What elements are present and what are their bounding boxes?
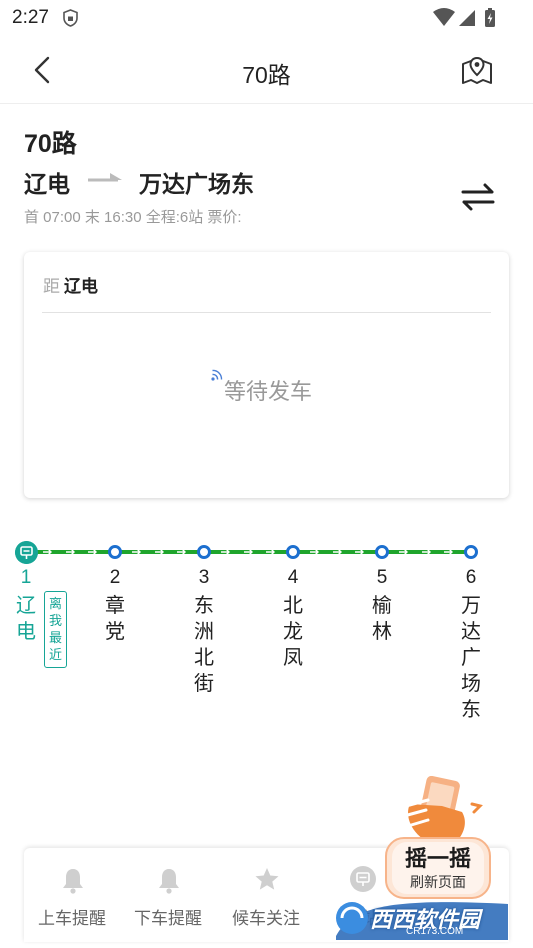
signal-waves-icon	[211, 369, 223, 381]
shield-icon	[63, 9, 78, 27]
track-arrow-icon	[265, 548, 275, 556]
track-arrow-icon	[176, 548, 186, 556]
route-name: 70路	[24, 130, 77, 158]
station-name: 东洲北街	[194, 595, 214, 695]
distance-label: 距辽电	[43, 272, 98, 297]
distance-station: 辽电	[64, 277, 98, 296]
waiting-text: 等待发车	[224, 379, 313, 404]
station-dot	[375, 545, 389, 559]
station-name: 榆林	[372, 595, 392, 643]
station-number: 1	[20, 567, 32, 588]
track-arrow-icon	[87, 548, 97, 556]
route-schedule-info: 首 07:00 末 16:30 全程:6站 票价:	[24, 209, 242, 226]
track-arrow-icon	[443, 548, 453, 556]
track-arrow-icon	[43, 548, 53, 556]
star-icon	[255, 868, 279, 890]
nav-bar: 70路	[0, 36, 533, 104]
nearest-badge: 离我最近	[44, 591, 67, 668]
station-number: 5	[376, 567, 388, 588]
status-bar: 2:27	[0, 0, 533, 36]
station-name: 万达广场东	[461, 595, 481, 721]
action-label: 下车提醒	[134, 909, 202, 928]
current-station-icon	[15, 541, 38, 564]
watermark-subtext: CR173.COM	[406, 926, 464, 937]
page-title: 70路	[242, 62, 291, 88]
station-number: 3	[198, 567, 210, 588]
action-2[interactable]: 下车提醒	[120, 848, 216, 942]
status-time: 2:27	[12, 7, 49, 28]
wifi-icon	[433, 8, 455, 26]
station-line: 离我最近 1 辽电 2 章党 3 东洲北街 4 北龙凤 5 榆林 6 万达广场东	[0, 536, 533, 736]
route-to-station: 万达广场东	[139, 171, 254, 197]
action-label: 候车关注	[232, 909, 300, 928]
status-icons	[433, 8, 495, 27]
track-arrow-icon	[154, 548, 164, 556]
divider	[42, 312, 491, 313]
station-dot	[108, 545, 122, 559]
track-arrow-icon	[399, 548, 409, 556]
action-1[interactable]: 上车提醒	[24, 848, 120, 942]
shake-refresh-button[interactable]: 摇一摇 刷新页面	[382, 776, 494, 900]
track-arrow-icon	[243, 548, 253, 556]
station-name: 章党	[105, 595, 125, 643]
station-dot	[286, 545, 300, 559]
action-3[interactable]: 候车关注	[218, 848, 314, 942]
bell-icon	[63, 869, 83, 894]
station-dot	[464, 545, 478, 559]
track-arrow-icon	[221, 548, 231, 556]
track-arrow-icon	[354, 548, 364, 556]
station-dot	[197, 545, 211, 559]
swap-direction-icon[interactable]	[461, 182, 495, 212]
map-pin-icon[interactable]	[461, 54, 493, 86]
shake-title: 摇一摇	[405, 846, 471, 871]
direction-arrow-icon	[88, 173, 122, 182]
signal-icon	[459, 10, 475, 26]
phone-hand-icon	[402, 776, 483, 842]
shake-subtitle: 刷新页面	[410, 874, 466, 890]
station-name: 辽电	[16, 595, 36, 643]
track-arrow-icon	[65, 548, 75, 556]
distance-prefix: 距	[43, 277, 60, 296]
station-number: 6	[465, 567, 477, 588]
bell-icon	[159, 869, 179, 894]
station-number: 2	[109, 567, 121, 588]
track-arrow-icon	[310, 548, 320, 556]
battery-icon	[485, 8, 495, 27]
arrival-card: 距辽电 等待发车	[24, 252, 509, 498]
track-arrow-icon	[421, 548, 431, 556]
track-arrow-icon	[132, 548, 142, 556]
route-from-station: 辽电	[24, 171, 70, 197]
station-number: 4	[287, 567, 299, 588]
station-name: 北龙凤	[283, 595, 303, 669]
action-label: 上车提醒	[38, 909, 106, 928]
track-arrow-icon	[332, 548, 342, 556]
watermark-logo: 西西软件园 CR173.COM	[332, 896, 512, 942]
bus-stop-icon	[350, 866, 376, 892]
